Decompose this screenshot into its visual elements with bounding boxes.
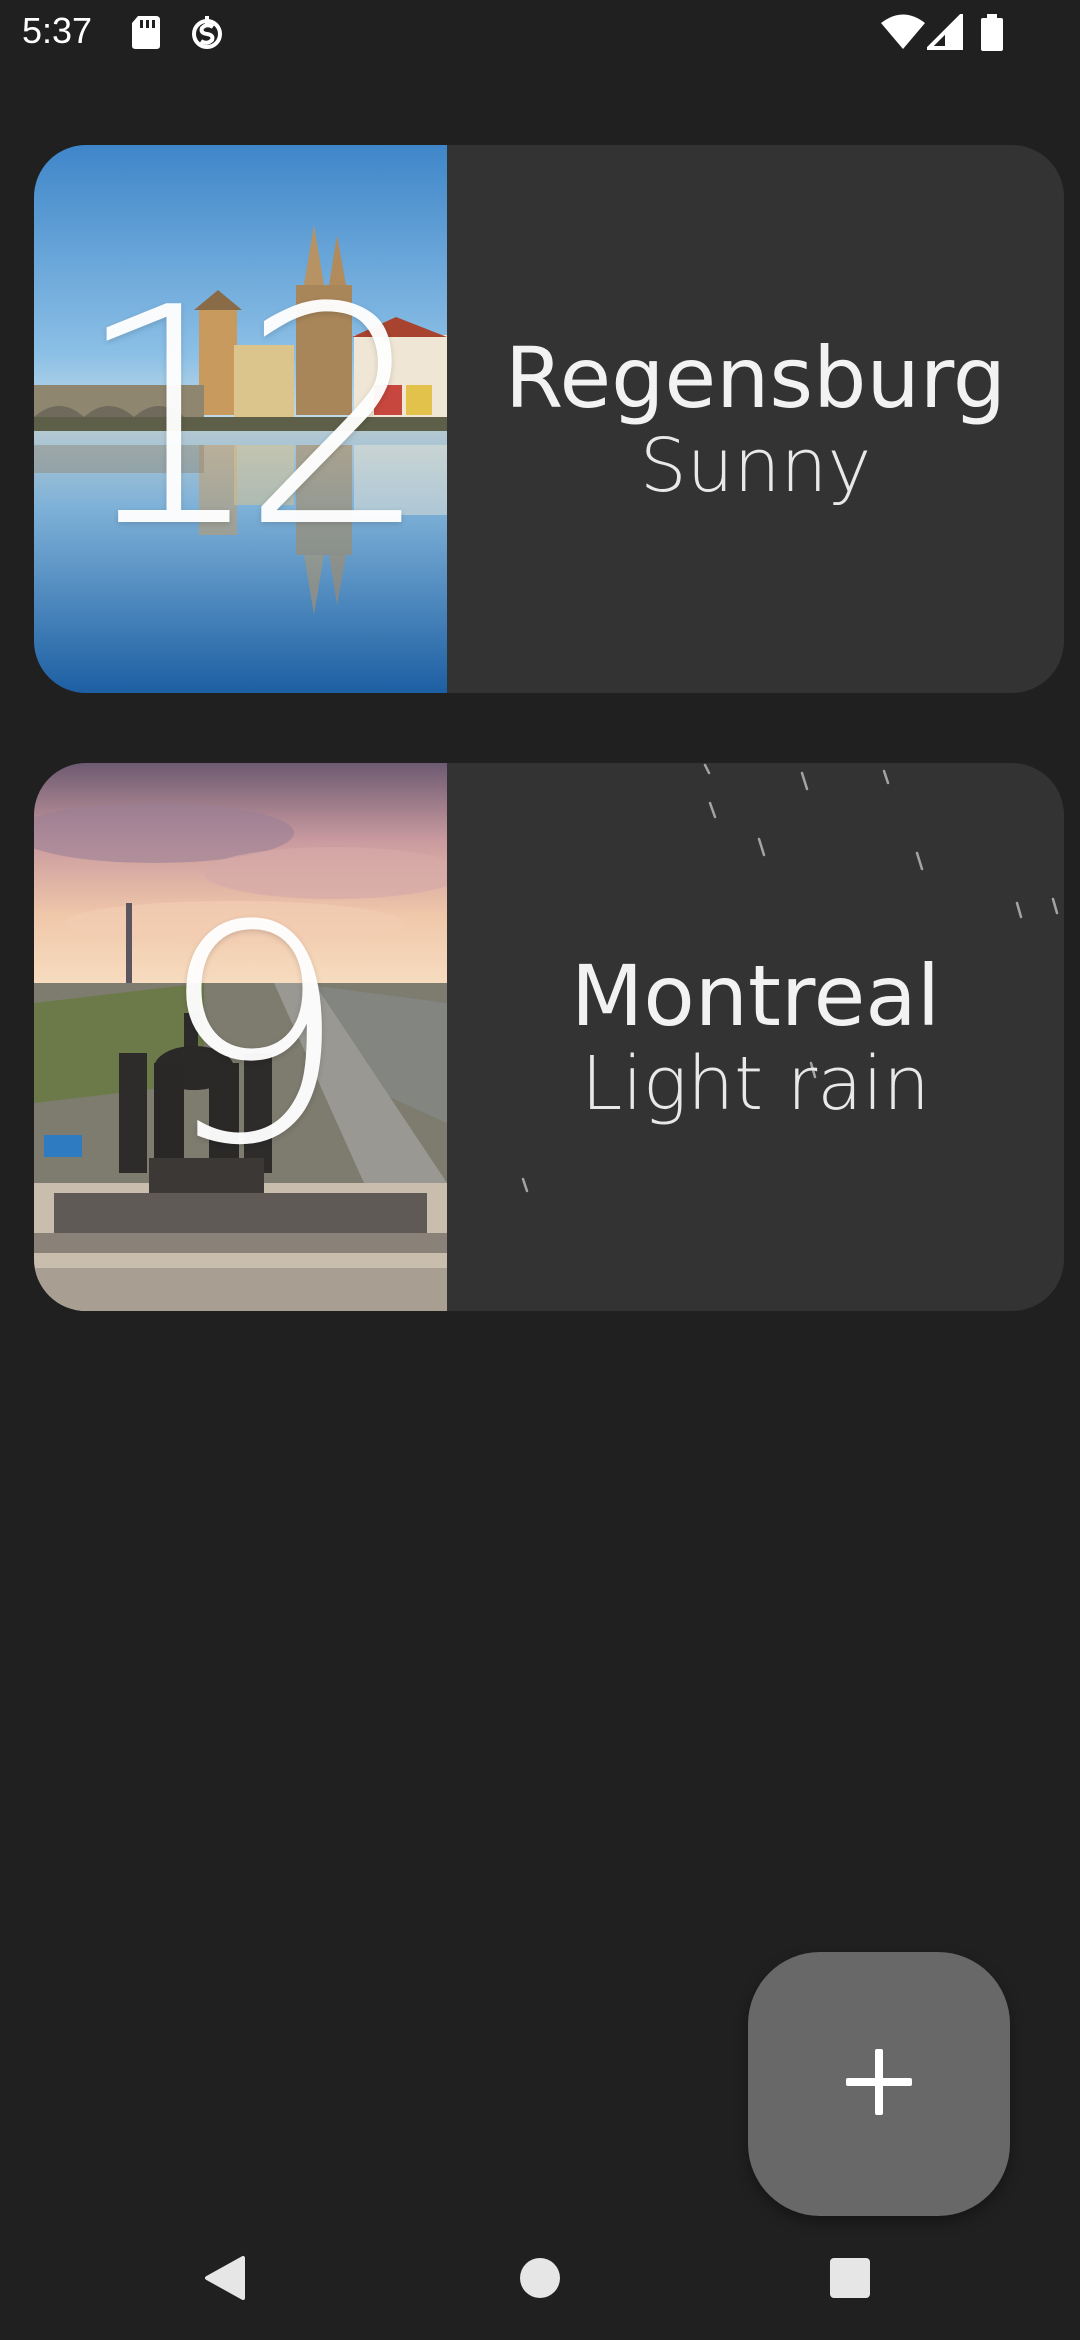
status-bar: 5:37 — [0, 0, 1080, 68]
recents-icon — [829, 2257, 871, 2303]
status-time: 5:37 — [22, 10, 93, 51]
add-location-button[interactable] — [748, 1952, 1010, 2216]
wifi-icon — [880, 14, 926, 54]
city-name: Montreal — [570, 946, 941, 1045]
plus-icon — [844, 2047, 914, 2121]
weather-condition: Light rain — [581, 1040, 930, 1127]
sd-card-icon — [130, 14, 162, 54]
card-info: Montreal Light rain — [447, 763, 1064, 1311]
temperature-value: 9 — [157, 862, 348, 1211]
navigation-bar — [0, 2220, 1080, 2340]
back-icon — [203, 2254, 247, 2306]
weather-card-regensburg[interactable]: 12 Regensburg Sunny — [34, 145, 1064, 693]
vpn-icon — [190, 14, 224, 56]
home-icon — [518, 2256, 562, 2304]
recents-button[interactable] — [780, 2220, 920, 2340]
city-name: Regensburg — [504, 328, 1007, 427]
weather-card-montreal[interactable]: 9 Montreal Light rain — [34, 763, 1064, 1311]
weather-condition: Sunny — [639, 422, 872, 509]
card-info: Regensburg Sunny — [447, 145, 1064, 693]
signal-icon — [924, 11, 963, 54]
temperature-value: 12 — [73, 244, 432, 593]
battery-icon — [980, 14, 1004, 56]
home-button[interactable] — [470, 2220, 610, 2340]
back-button[interactable] — [155, 2220, 295, 2340]
